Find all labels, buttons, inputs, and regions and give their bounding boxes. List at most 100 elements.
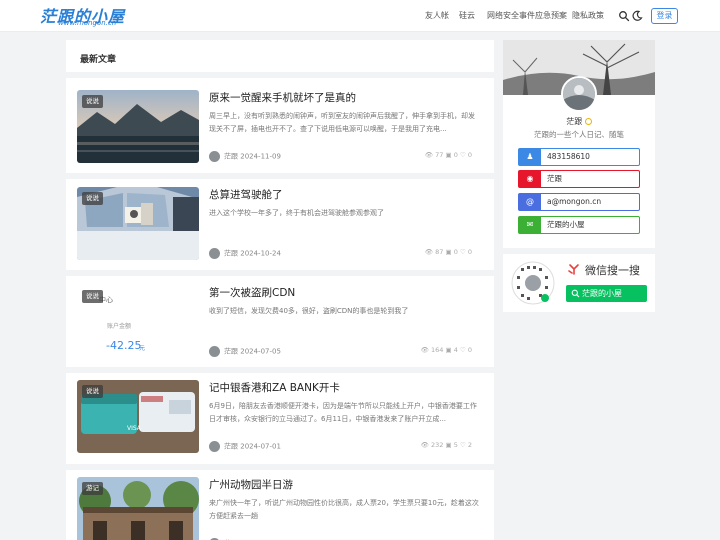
- weibo-icon: ◉: [519, 171, 541, 187]
- author-avatar: [209, 248, 220, 259]
- post-title[interactable]: 原来一觉醒来手机就坏了是真的: [209, 90, 356, 105]
- post-title[interactable]: 第一次被盗刷CDN: [209, 285, 295, 300]
- author-avatar: [209, 151, 220, 162]
- post-date: 2024-07-05: [240, 347, 281, 356]
- eye-icon: 👁: [424, 151, 434, 159]
- like-count: 0: [467, 346, 472, 354]
- post-tag: 说说: [82, 290, 103, 303]
- dark-mode-icon[interactable]: [631, 10, 643, 22]
- comment-icon: ▣: [445, 151, 452, 159]
- wechat-search-card: 微信搜一搜 茫跟的小屋: [503, 254, 655, 312]
- post-stats: 👁 164 ▣ 4 ♡ 0: [421, 346, 472, 354]
- post-item[interactable]: 说说 总算进驾驶舱了 进入这个学校一年多了，终于有机会进驾驶舱参观参观了 茫跟 …: [66, 174, 494, 270]
- comment-count: 5: [453, 441, 458, 449]
- post-thumbnail[interactable]: 说说: [77, 90, 199, 163]
- comment-icon: ▣: [445, 346, 452, 354]
- like-count: 2: [467, 441, 472, 449]
- section-title: 最新文章: [80, 55, 117, 65]
- post-tag: 说说: [82, 385, 103, 398]
- wechat-search-logo-icon: [568, 264, 579, 275]
- nav-item-guiyun[interactable]: 硅云: [459, 0, 475, 32]
- like-icon: ♡: [459, 248, 466, 256]
- like-icon: ♡: [459, 151, 466, 159]
- contact-qq[interactable]: ♟ 483158610: [518, 148, 640, 166]
- avatar-image: [563, 78, 595, 110]
- comment-count: 0: [453, 248, 458, 256]
- post-tag: 说说: [82, 192, 103, 205]
- site-header: 茫跟的小屋 www.mongon.cn 友人帐 硅云 网络安全事件应急预案 隐私…: [0, 0, 720, 32]
- view-count: 164: [431, 346, 444, 354]
- post-excerpt: 收到了短信，发现欠费40多，很好，盗刷CDN的事也是轮到我了: [209, 307, 409, 315]
- post-meta: 茫跟 2024-11-09: [209, 151, 281, 162]
- post-title[interactable]: 记中银香港和ZA BANK开卡: [209, 380, 340, 395]
- site-logo[interactable]: 茫跟的小屋 www.mongon.cn: [40, 3, 142, 29]
- like-icon: ♡: [459, 346, 466, 354]
- comment-icon: ▣: [445, 441, 452, 449]
- author-description: 茫跟的一些个人日记、随笔: [534, 130, 624, 139]
- post-item[interactable]: 中心 账户金额 -42.25 元 说说 第一次被盗刷CDN 收到了短信，发现欠费…: [66, 272, 494, 368]
- eye-icon: 👁: [424, 248, 434, 256]
- author-name: 茫跟: [566, 117, 583, 126]
- nav-item-emergency-plan[interactable]: 网络安全事件应急预案: [487, 0, 567, 32]
- post-tag: 说说: [82, 95, 103, 108]
- post-title[interactable]: 广州动物园半日游: [209, 477, 293, 492]
- view-count: 87: [435, 248, 444, 256]
- logo-domain: www.mongon.cn: [58, 19, 117, 27]
- latest-posts-panel: 最新文章 说说 原来一觉醒来手机就坏了是真的 周三早上，没有听到熟悉的闹钟声，听…: [66, 40, 494, 540]
- post-date: 2024-11-09: [240, 152, 281, 161]
- post-excerpt: 进入这个学校一年多了，终于有机会进驾驶舱参观参观了: [209, 209, 384, 217]
- post-item[interactable]: 游记 广州动物园半日游 来广州快一年了，听说广州动物园性价比很高，成人票20，学…: [66, 464, 494, 540]
- wechat-icon: ✉: [519, 217, 541, 233]
- thumb-balance-label: 账户金额: [107, 323, 132, 330]
- thumb-balance-amount: -42.25: [106, 339, 142, 352]
- post-excerpt: 周三早上，没有听到熟悉的闹钟声，听到室友的闹钟声后我醒了，伸手拿到手机，却发现关…: [209, 112, 475, 133]
- post-thumbnail[interactable]: 说说: [77, 187, 199, 260]
- author-profile-card: 茫跟 茫跟的一些个人日记、随笔 ♟ 483158610 ◉ 茫跟 @ a@mon…: [503, 40, 655, 248]
- post-meta: 茫跟 2024-07-01: [209, 441, 281, 452]
- like-count: 0: [467, 151, 472, 159]
- post-thumbnail[interactable]: 游记: [77, 477, 199, 540]
- comment-count: 0: [453, 151, 458, 159]
- view-count: 232: [431, 441, 444, 449]
- post-stats: 👁 77 ▣ 0 ♡ 0: [425, 151, 472, 159]
- contact-text: 483158610: [547, 152, 590, 161]
- post-author: 茫跟: [224, 442, 238, 451]
- post-stats: 👁 232 ▣ 5 ♡ 2: [421, 441, 472, 449]
- wechat-search-button[interactable]: 茫跟的小屋: [566, 285, 647, 302]
- login-button[interactable]: 登录: [651, 8, 678, 24]
- contact-email[interactable]: @ a@mongon.cn: [518, 193, 640, 211]
- svg-text:VISA: VISA: [127, 425, 142, 432]
- author-avatar[interactable]: [561, 76, 597, 112]
- contact-weibo[interactable]: ◉ 茫跟: [518, 170, 640, 188]
- eye-icon: 👁: [420, 346, 429, 354]
- post-tag: 游记: [82, 482, 103, 495]
- nav-item-privacy[interactable]: 隐私政策: [572, 0, 604, 32]
- post-excerpt: 来广州快一年了，听说广州动物园性价比很高，成人票20，学生票只要10元，趁着这次…: [209, 499, 479, 520]
- mini-program-code-icon: [511, 261, 555, 305]
- post-title[interactable]: 总算进驾驶舱了: [209, 187, 283, 202]
- contact-text: 茫跟: [547, 174, 562, 183]
- search-icon[interactable]: [618, 10, 630, 22]
- contact-wechat[interactable]: ✉ 茫跟的小屋: [518, 216, 640, 234]
- contact-text: 茫跟的小屋: [547, 220, 585, 229]
- contact-text: a@mongon.cn: [547, 197, 602, 206]
- like-icon: ♡: [459, 441, 466, 449]
- post-meta: 茫跟 2024-07-05: [209, 346, 281, 357]
- post-thumbnail[interactable]: 中心 账户金额 -42.25 元 说说: [77, 285, 199, 358]
- verified-icon: [584, 118, 592, 125]
- nav-item-friends[interactable]: 友人帐: [425, 0, 449, 32]
- comment-count: 4: [453, 346, 458, 354]
- post-meta: 茫跟 2024-10-24: [209, 248, 281, 259]
- like-count: 0: [467, 248, 472, 256]
- comment-icon: ▣: [445, 248, 452, 256]
- qq-icon: ♟: [519, 149, 541, 165]
- thumb-balance-unit: 元: [139, 345, 146, 352]
- post-excerpt: 6月9日，陪朋友去香港顺便开港卡，因为是端午节所以只能线上开户，中银香港要工作日…: [209, 402, 477, 423]
- post-thumbnail[interactable]: VISA 说说: [77, 380, 199, 453]
- search-icon: [571, 289, 580, 298]
- post-stats: 👁 87 ▣ 0 ♡ 0: [425, 248, 472, 256]
- post-item[interactable]: VISA 说说 记中银香港和ZA BANK开卡 6月9日，陪朋友去香港顺便开港卡…: [66, 367, 494, 463]
- post-author: 茫跟: [224, 347, 238, 356]
- post-item[interactable]: 说说 原来一觉醒来手机就坏了是真的 周三早上，没有听到熟悉的闹钟声，听到室友的闹…: [66, 77, 494, 173]
- email-icon: @: [519, 194, 541, 210]
